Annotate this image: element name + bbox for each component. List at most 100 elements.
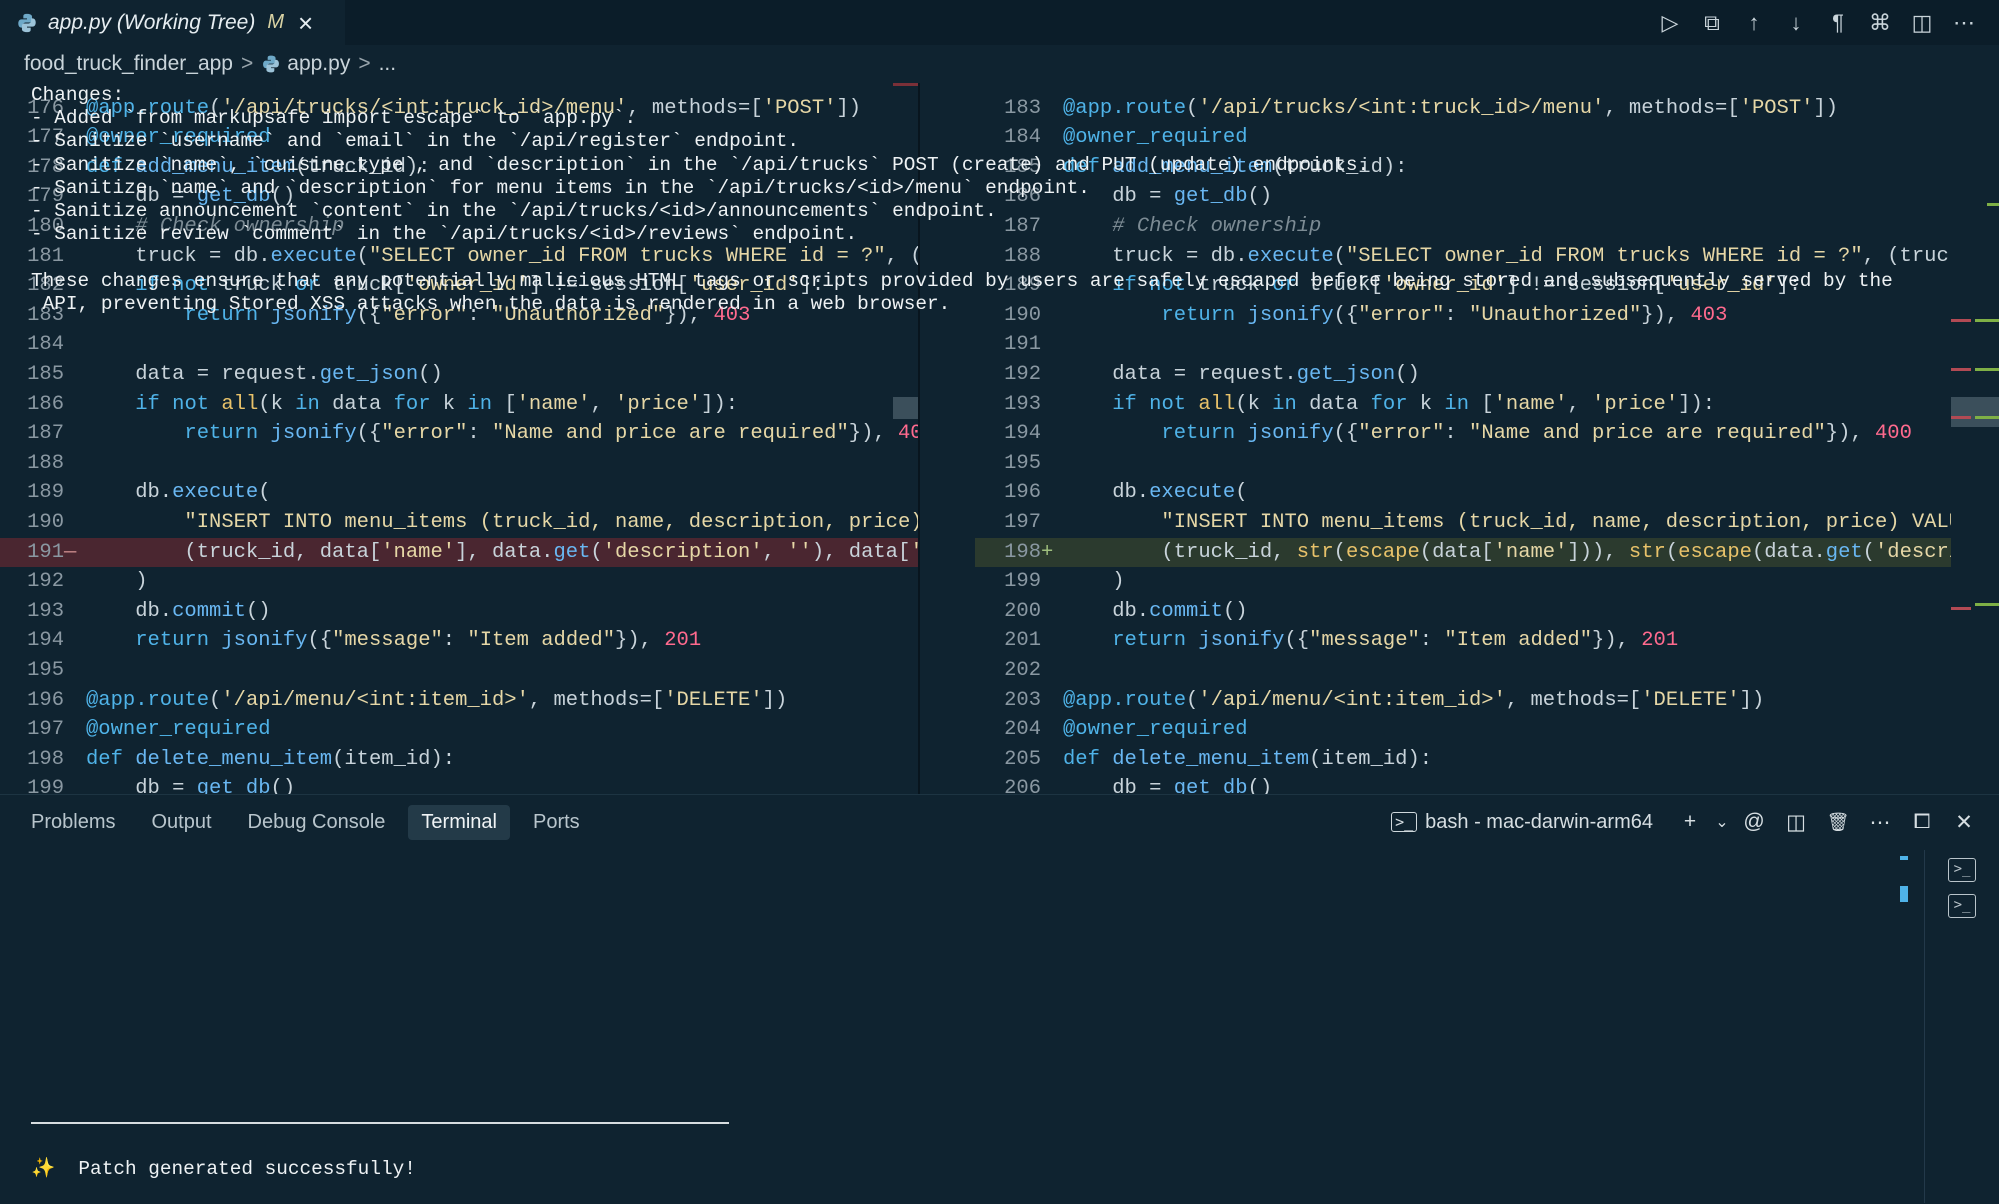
map-icon[interactable]: ⌘: [1859, 6, 1901, 40]
breadcrumb-file[interactable]: app.py: [287, 52, 350, 76]
code-text: return jsonify({"message": "Item added"}…: [1112, 629, 1679, 653]
code-line[interactable]: 198 def delete_menu_item(item_id):: [0, 745, 918, 775]
code-text: if not all(k in data for k in ['name', '…: [1112, 392, 1716, 416]
code-line[interactable]: 205 def delete_menu_item(item_id):: [975, 745, 1951, 775]
terminal-divider: [31, 1122, 729, 1124]
close-icon[interactable]: ✕: [1943, 810, 1985, 835]
line-number: 191: [27, 540, 64, 564]
line-number: 192: [27, 570, 64, 594]
terminal-line: - Sanitize `username` and `email` in the…: [31, 130, 799, 153]
line-number: 195: [27, 659, 64, 682]
line-number: 185: [27, 363, 64, 386]
code-line[interactable]: 199 db = get_db(): [0, 774, 918, 794]
code-text: def delete_menu_item(item_id):: [86, 747, 456, 771]
panel-tabs: Problems Output Debug Console Terminal Ports: [18, 804, 603, 840]
code-text: @app.route('/api/menu/<int:item_id>', me…: [1063, 688, 1765, 712]
terminal-scrollbar[interactable]: [1900, 856, 1908, 904]
code-line[interactable]: 206 db = get_db(): [975, 774, 1951, 794]
line-number: 203: [1004, 688, 1041, 712]
code-line[interactable]: 191— (truck_id, data['name'], data.get('…: [0, 537, 918, 568]
chevron-down-icon[interactable]: ⌄: [1711, 812, 1733, 832]
code-line[interactable]: 186 if not all(k in data for k in ['name…: [0, 390, 918, 420]
tab-problems[interactable]: Problems: [18, 805, 128, 840]
code-line[interactable]: 196 @app.route('/api/menu/<int:item_id>',…: [0, 686, 918, 716]
code-line[interactable]: 190 "INSERT INTO menu_items (truck_id, n…: [0, 508, 918, 538]
editor-tab-app-py[interactable]: app.py (Working Tree) M ×: [0, 0, 345, 45]
trash-icon[interactable]: 🗑: [1817, 812, 1859, 833]
terminal-instance-icon[interactable]: >_: [1948, 858, 1976, 882]
more-icon[interactable]: ⋯: [1859, 810, 1901, 835]
terminal-icon: >_: [1391, 812, 1418, 832]
terminal-selector[interactable]: >_ bash - mac-darwin-arm64: [1391, 811, 1653, 834]
arrow-up-icon[interactable]: ↑: [1733, 6, 1775, 40]
close-icon[interactable]: ×: [298, 10, 313, 36]
deleted-marker: —: [64, 540, 77, 564]
tab-debug-console[interactable]: Debug Console: [235, 805, 399, 840]
code-line[interactable]: 200 db.commit(): [975, 597, 1951, 627]
line-number: 189: [27, 481, 64, 505]
code-line[interactable]: 193 if not all(k in data for k in ['name…: [975, 390, 1951, 420]
python-file-icon: [263, 55, 280, 73]
code-text: "INSERT INTO menu_items (truck_id, name,…: [184, 511, 918, 534]
line-number: 190: [27, 511, 64, 534]
code-line[interactable]: 196 db.execute(: [975, 478, 1951, 508]
code-line[interactable]: 192 data = request.get_json(): [975, 360, 1951, 390]
code-line[interactable]: 194 return jsonify({"error": "Name and p…: [975, 419, 1951, 449]
code-line[interactable]: 195: [0, 656, 918, 686]
tab-terminal[interactable]: Terminal: [408, 804, 510, 840]
line-number: 194: [27, 629, 64, 653]
code-line[interactable]: 204 @owner_required: [975, 715, 1951, 745]
more-icon[interactable]: ⋯: [1943, 6, 1985, 40]
breadcrumb-folder[interactable]: food_truck_finder_app: [24, 52, 233, 76]
breadcrumb: food_truck_finder_app > app.py > ...: [0, 45, 1999, 83]
code-line[interactable]: 194 return jsonify({"message": "Item add…: [0, 626, 918, 656]
code-line[interactable]: 198 + (truck_id, str(escape(data['name'])…: [975, 537, 1951, 568]
modified-overview-ruler[interactable]: [1951, 83, 1999, 794]
tab-output[interactable]: Output: [138, 805, 224, 840]
code-line[interactable]: 189 db.execute(: [0, 478, 918, 508]
split-terminal-icon[interactable]: ◫: [1775, 810, 1817, 835]
terminal-instance-icon[interactable]: >_: [1948, 894, 1976, 918]
terminal-line: These changes ensure that any potentiall…: [31, 269, 1893, 292]
code-line[interactable]: 197 "INSERT INTO menu_items (truck_id, n…: [975, 508, 1951, 538]
line-number: 199: [27, 777, 64, 794]
code-line[interactable]: 188: [0, 449, 918, 479]
code-text: db = get_db(): [86, 777, 296, 794]
open-changes-icon[interactable]: ⧉: [1691, 6, 1733, 40]
maximize-panel-icon[interactable]: ⧠: [1901, 810, 1943, 834]
code-text: ): [1063, 570, 1125, 594]
editor-tab-bar: app.py (Working Tree) M × ▷ ⧉ ↑ ↓ ¶ ⌘ ◫ ⋯: [0, 0, 1999, 45]
line-number: 197: [1004, 511, 1041, 534]
code-line[interactable]: 184: [0, 330, 918, 360]
code-line[interactable]: 195: [975, 449, 1951, 479]
line-number: 193: [1004, 392, 1041, 416]
line-number: 196: [1004, 481, 1041, 505]
code-line[interactable]: 201 return jsonify({"message": "Item add…: [975, 626, 1951, 656]
split-editor-icon[interactable]: ◫: [1901, 6, 1943, 40]
terminal-line: - Added `from markupsafe import escape` …: [31, 107, 637, 130]
breadcrumb-symbols[interactable]: ...: [379, 52, 397, 76]
code-line[interactable]: 193 db.commit(): [0, 597, 918, 627]
run-icon[interactable]: ▷: [1649, 6, 1691, 40]
terminal-output[interactable]: Changes: - Added `from markupsafe import …: [31, 84, 1893, 316]
terminal-name: bash - mac-darwin-arm64: [1425, 810, 1653, 833]
code-line[interactable]: 185 data = request.get_json(): [0, 360, 918, 390]
at-icon[interactable]: @: [1733, 810, 1775, 834]
code-line[interactable]: 191: [975, 330, 1951, 360]
code-line[interactable]: 187 return jsonify({"error": "Name and p…: [0, 419, 918, 449]
code-line[interactable]: 203 @app.route('/api/menu/<int:item_id>',…: [975, 686, 1951, 716]
code-line[interactable]: 202: [975, 656, 1951, 686]
code-line[interactable]: 192 ): [0, 567, 918, 597]
line-number: 193: [27, 599, 64, 623]
code-line[interactable]: 199 ): [975, 567, 1951, 597]
arrow-down-icon[interactable]: ↓: [1775, 6, 1817, 40]
tab-ports[interactable]: Ports: [520, 805, 593, 840]
add-terminal-icon[interactable]: +: [1669, 810, 1711, 834]
code-text: @owner_required: [1063, 718, 1248, 742]
code-line[interactable]: 197 @owner_required: [0, 715, 918, 745]
modified-badge: M: [267, 11, 285, 33]
line-number: 201: [1004, 629, 1041, 653]
chevron-right-icon: >: [358, 52, 371, 75]
line-number: 195: [1004, 451, 1041, 475]
pilcrow-icon[interactable]: ¶: [1817, 6, 1859, 40]
